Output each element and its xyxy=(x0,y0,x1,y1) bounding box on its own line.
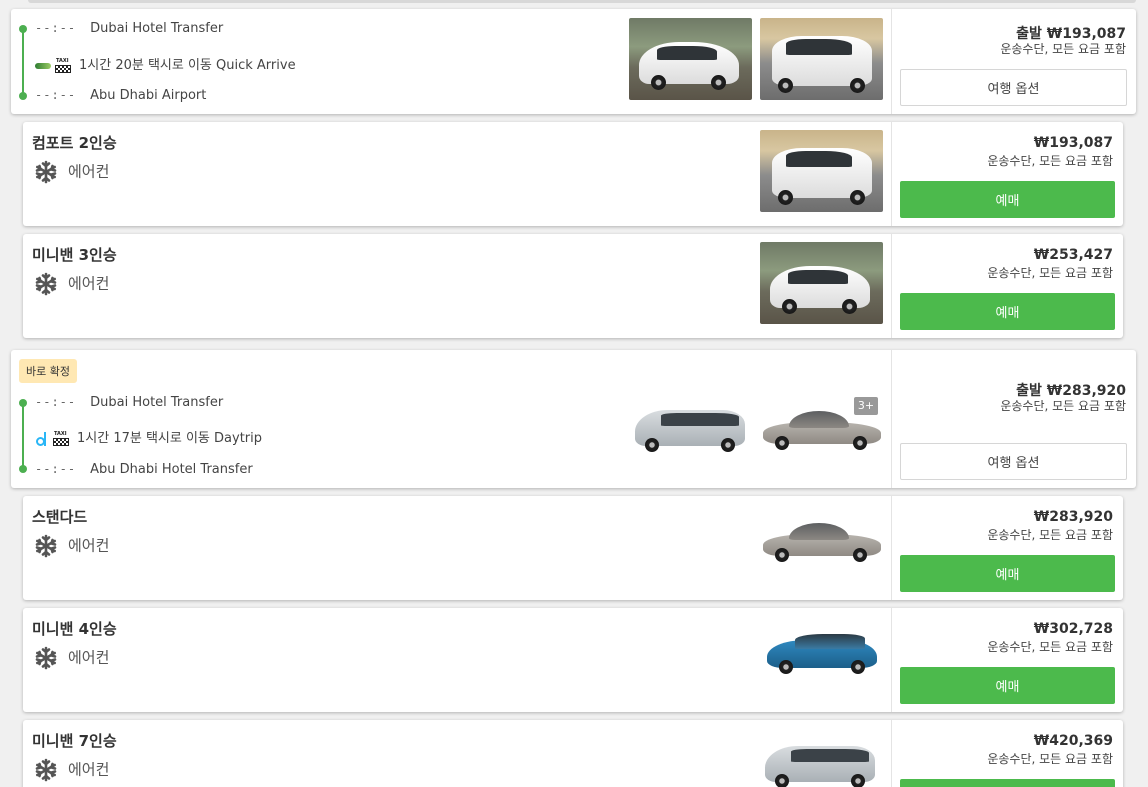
origin-time: --:-- xyxy=(35,21,77,35)
price-area: ₩302,728 운송수단, 모든 요금 포함 예매 xyxy=(891,608,1123,712)
vehicle-photo-comfort xyxy=(760,18,883,100)
route-end-dot xyxy=(19,92,27,100)
route-origin: --:-- Dubai Hotel Transfer xyxy=(35,395,223,410)
book-button[interactable]: 예매 xyxy=(900,181,1115,218)
previous-card-edge xyxy=(28,0,1136,3)
option-feature: 에어컨 xyxy=(34,160,109,184)
book-button[interactable]: 예매 xyxy=(900,779,1115,787)
transfer-card-quick-arrive[interactable]: --:-- Dubai Hotel Transfer TAXI 1시간 20분 택시… xyxy=(11,9,1136,114)
snowflake-icon xyxy=(35,272,57,296)
option-card-minivan-3[interactable]: 미니밴 3인승 에어컨 ₩253,427 운송수단, 모든 요금 포함 예매 xyxy=(23,234,1123,338)
option-title: 미니밴 4인승 xyxy=(32,620,117,638)
daytrip-logo-icon xyxy=(35,431,49,447)
vehicle-photo-minivan xyxy=(760,242,883,324)
origin-place: Dubai Hotel Transfer xyxy=(90,21,224,36)
route-destination: --:-- Abu Dhabi Hotel Transfer xyxy=(35,462,253,477)
route-line xyxy=(22,403,24,469)
price-note: 운송수단, 모든 요금 포함 xyxy=(987,752,1113,766)
snowflake-icon xyxy=(35,534,57,558)
option-price: ₩283,920 xyxy=(1033,509,1113,525)
option-title: 스탠다드 xyxy=(32,508,88,526)
option-feature: 에어컨 xyxy=(34,272,109,296)
price-note: 운송수단, 모든 요금 포함 xyxy=(987,640,1113,654)
price-area: ₩420,369 운송수단, 모든 요금 포함 예매 xyxy=(891,720,1123,787)
taxi-icon: TAXI xyxy=(53,431,69,446)
price-note: 운송수단, 모든 요금 포함 xyxy=(1000,42,1126,56)
snowflake-icon xyxy=(35,160,57,184)
vehicle-photo-sedan xyxy=(761,520,883,564)
feature-label: 에어컨 xyxy=(68,274,110,293)
destination-place: Abu Dhabi Airport xyxy=(90,88,207,103)
route-line xyxy=(22,29,24,96)
travel-options-button[interactable]: 여행 옵션 xyxy=(900,443,1127,480)
price-area: 출발 ₩193,087 운송수단, 모든 요금 포함 여행 옵션 xyxy=(891,9,1136,114)
price-area: ₩253,427 운송수단, 모든 요금 포함 예매 xyxy=(891,234,1123,338)
price-area: ₩193,087 운송수단, 모든 요금 포함 예매 xyxy=(891,122,1123,226)
route-destination: --:-- Abu Dhabi Airport xyxy=(35,88,206,103)
feature-label: 에어컨 xyxy=(68,162,110,181)
price-note: 운송수단, 모든 요금 포함 xyxy=(987,528,1113,542)
book-button[interactable]: 예매 xyxy=(900,293,1115,330)
snowflake-icon xyxy=(35,646,57,670)
route-duration: TAXI 1시간 17분 택시로 이동 Daytrip xyxy=(35,427,262,447)
option-card-standard[interactable]: 스탠다드 에어컨 ₩283,920 운송수단, 모든 요금 포함 예매 xyxy=(23,496,1123,600)
price-note: 운송수단, 모든 요금 포함 xyxy=(1000,399,1126,413)
destination-time: --:-- xyxy=(35,88,77,102)
duration-text: 1시간 17분 택시로 이동 Daytrip xyxy=(77,431,262,446)
option-price: ₩302,728 xyxy=(1033,621,1113,637)
option-card-minivan-4[interactable]: 미니밴 4인승 에어컨 ₩302,728 운송수단, 모든 요금 포함 예매 xyxy=(23,608,1123,712)
taxi-icon: TAXI xyxy=(55,58,71,73)
price-area: ₩283,920 운송수단, 모든 요금 포함 예매 xyxy=(891,496,1123,600)
option-price: ₩253,427 xyxy=(1033,247,1113,263)
feature-label: 에어컨 xyxy=(68,536,110,555)
option-feature: 에어컨 xyxy=(34,646,109,670)
price-area: 출발 ₩283,920 운송수단, 모든 요금 포함 여행 옵션 xyxy=(891,350,1136,488)
vehicle-photo-van xyxy=(631,404,749,454)
instant-confirm-badge: 바로 확정 xyxy=(19,359,77,383)
option-feature: 에어컨 xyxy=(34,758,109,782)
duration-text: 1시간 20분 택시로 이동 Quick Arrive xyxy=(79,58,296,73)
destination-place: Abu Dhabi Hotel Transfer xyxy=(90,462,253,477)
origin-time: --:-- xyxy=(35,395,77,409)
destination-time: --:-- xyxy=(35,462,77,476)
vehicle-photo-van xyxy=(761,740,879,787)
option-card-minivan-7[interactable]: 미니밴 7인승 에어컨 ₩420,369 운송수단, 모든 요금 포함 예매 xyxy=(23,720,1123,787)
vehicle-photo-comfort xyxy=(760,130,883,212)
option-title: 컴포트 2인승 xyxy=(32,134,117,152)
origin-place: Dubai Hotel Transfer xyxy=(90,395,224,410)
route-end-dot xyxy=(19,465,27,473)
option-feature: 에어컨 xyxy=(34,534,109,558)
option-title: 미니밴 3인승 xyxy=(32,246,117,264)
quick-arrive-logo-icon xyxy=(35,62,51,69)
vehicle-photo-minivan xyxy=(629,18,752,100)
price-note: 운송수단, 모든 요금 포함 xyxy=(987,154,1113,168)
option-price: ₩420,369 xyxy=(1033,733,1113,749)
more-photos-badge[interactable]: 3+ xyxy=(854,397,878,415)
option-price: ₩193,087 xyxy=(1033,135,1113,151)
transfer-card-daytrip[interactable]: 바로 확정 --:-- Dubai Hotel Transfer TAXI 1시간 … xyxy=(11,350,1136,488)
feature-label: 에어컨 xyxy=(68,760,110,779)
travel-options-button[interactable]: 여행 옵션 xyxy=(900,69,1127,106)
snowflake-icon xyxy=(35,758,57,782)
price-note: 운송수단, 모든 요금 포함 xyxy=(987,266,1113,280)
feature-label: 에어컨 xyxy=(68,648,110,667)
vehicle-photo-minivan-blue xyxy=(765,630,879,678)
route-origin: --:-- Dubai Hotel Transfer xyxy=(35,21,223,36)
option-title: 미니밴 7인승 xyxy=(32,732,117,750)
route-duration: TAXI 1시간 20분 택시로 이동 Quick Arrive xyxy=(35,54,296,73)
option-card-comfort-2[interactable]: 컴포트 2인승 에어컨 ₩193,087 운송수단, 모든 요금 포함 예매 xyxy=(23,122,1123,226)
book-button[interactable]: 예매 xyxy=(900,555,1115,592)
book-button[interactable]: 예매 xyxy=(900,667,1115,704)
